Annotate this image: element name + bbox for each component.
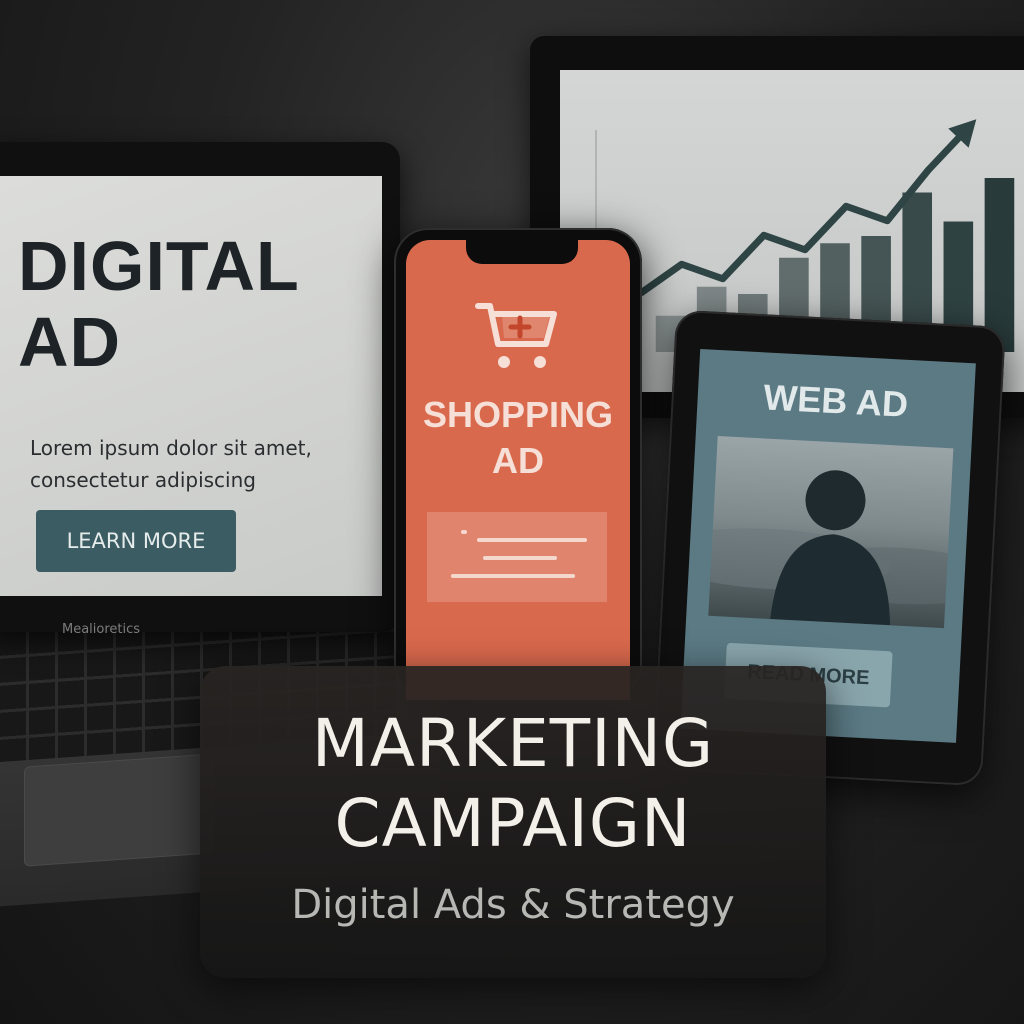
scene: DIGITAL AD Lorem ipsum dolor sit amet, co… (0, 0, 1024, 1024)
campaign-title: MARKETING CAMPAIGN (311, 705, 715, 862)
laptop-screen: DIGITAL AD Lorem ipsum dolor sit amet, co… (0, 176, 382, 596)
web-ad-title: WEB AD (762, 376, 910, 425)
chart-bar (984, 178, 1015, 352)
phone-screen: SHOPPING AD (406, 240, 630, 700)
phone-notch (466, 240, 578, 264)
shopping-ad-title: SHOPPING AD (422, 394, 614, 481)
phone: SHOPPING AD (394, 228, 642, 700)
campaign-subtitle: Digital Ads & Strategy (291, 882, 735, 928)
learn-more-button[interactable]: LEARN MORE (36, 510, 236, 572)
person-silhouette-icon (708, 470, 954, 626)
phone-content-card (427, 512, 607, 602)
person-photo (708, 436, 954, 629)
laptop-body-text: Lorem ipsum dolor sit amet, consectetur … (30, 436, 312, 492)
laptop: DIGITAL AD Lorem ipsum dolor sit amet, co… (0, 142, 400, 632)
campaign-card: MARKETING CAMPAIGN Digital Ads & Strategy (200, 666, 826, 978)
shopping-cart-icon (475, 303, 557, 368)
laptop-headline: DIGITAL AD (18, 227, 300, 381)
laptop-brand: Mealioretics (62, 622, 141, 637)
laptop-touchpad (24, 753, 214, 867)
